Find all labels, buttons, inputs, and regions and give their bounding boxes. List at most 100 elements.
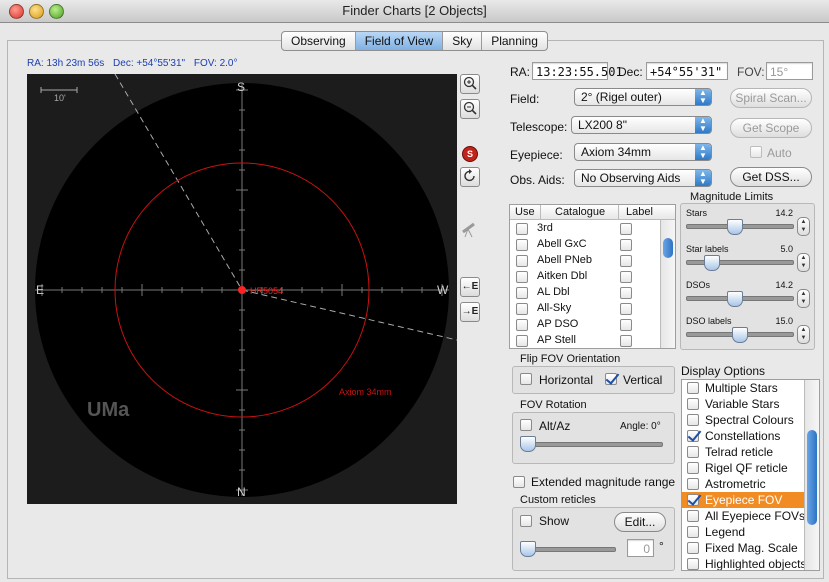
display-option-row[interactable]: Highlighted objects [682, 556, 807, 571]
display-option-row[interactable]: Spectral Colours [682, 412, 804, 428]
object-marker[interactable] [238, 286, 246, 294]
display-option-row[interactable]: Variable Stars [682, 396, 804, 412]
display-options-scrollbar[interactable] [804, 380, 819, 570]
display-option-row[interactable]: Rigel QF reticle [682, 460, 804, 476]
spiral-scan-button[interactable]: Spiral Scan... [730, 88, 812, 108]
label-checkbox[interactable] [620, 223, 632, 235]
edit-button[interactable]: Edit... [614, 512, 666, 532]
reticle-slider-knob[interactable] [520, 541, 536, 557]
slider-track[interactable] [686, 260, 794, 265]
zoom-out-icon[interactable] [460, 99, 480, 119]
catalogue-scroll-thumb[interactable] [663, 238, 673, 258]
tab-field-of-view[interactable]: Field of View [355, 32, 444, 50]
slider-knob[interactable] [727, 291, 743, 307]
display-option-row[interactable]: Multiple Stars [682, 380, 804, 396]
header-divider [540, 205, 541, 219]
catalogue-list[interactable]: Use Catalogue Label 3rd Abell GxC Abell PN… [509, 204, 676, 349]
get-dss-button[interactable]: Get DSS... [730, 167, 812, 187]
vertical-checkbox[interactable] [605, 373, 617, 385]
display-option-checkbox[interactable] [687, 430, 699, 442]
altaz-checkbox[interactable] [520, 419, 532, 431]
display-option-checkbox[interactable] [687, 526, 699, 538]
display-option-checkbox[interactable] [687, 462, 699, 474]
label-checkbox[interactable] [620, 303, 632, 315]
label-checkbox[interactable] [620, 271, 632, 283]
display-option-checkbox[interactable] [687, 398, 699, 410]
finder-chart[interactable]: HR5054 Axiom 34mm S N E W 10' UMa [27, 74, 457, 504]
slider-knob[interactable] [732, 327, 748, 343]
rotation-slider-knob[interactable] [520, 436, 536, 452]
show-checkbox[interactable] [520, 515, 532, 527]
catalogue-row[interactable]: Abell PNeb [510, 253, 660, 269]
slider-knob[interactable] [704, 255, 720, 271]
east-left-button[interactable]: ←E [460, 277, 480, 297]
display-option-row[interactable]: Astrometric [682, 476, 804, 492]
eyepiece-popup[interactable]: Axiom 34mm ▲ ▼ [574, 143, 712, 161]
field-popup[interactable]: 2° (Rigel outer) ▲ ▼ [574, 88, 712, 106]
ra-field[interactable]: 13:23:55.501 [532, 62, 623, 80]
catalogue-row[interactable]: AL Dbl [510, 285, 660, 301]
slider-stepper[interactable]: ▲ ▼ [797, 253, 810, 272]
use-checkbox[interactable] [516, 287, 528, 299]
display-option-checkbox[interactable] [687, 446, 699, 458]
popup-arrows-icon: ▲ ▼ [695, 89, 711, 105]
display-option-checkbox[interactable] [687, 382, 699, 394]
slider-stepper[interactable]: ▲ ▼ [797, 325, 810, 344]
rigel-reticle-icon[interactable]: S [462, 146, 478, 162]
display-option-checkbox[interactable] [687, 542, 699, 554]
display-option-checkbox[interactable] [687, 494, 699, 506]
use-checkbox[interactable] [516, 303, 528, 315]
use-checkbox[interactable] [516, 271, 528, 283]
catalogue-row[interactable]: Aitken Dbl [510, 269, 660, 285]
catalogue-scrollbar[interactable] [660, 220, 675, 348]
reticle-angle-field[interactable]: 0 [627, 539, 654, 557]
display-option-row[interactable]: Legend [682, 524, 804, 540]
zoom-in-icon[interactable] [460, 74, 480, 94]
use-checkbox[interactable] [516, 319, 528, 331]
display-option-row[interactable]: Telrad reticle [682, 444, 804, 460]
catalogue-row[interactable]: Abell GxC [510, 237, 660, 253]
dec-field[interactable]: +54°55'31" [646, 62, 728, 80]
rotate-icon[interactable] [460, 167, 480, 187]
get-scope-button[interactable]: Get Scope [730, 118, 812, 138]
display-option-row[interactable]: Eyepiece FOV [682, 492, 804, 508]
slider-knob[interactable] [727, 219, 743, 235]
catalogue-row[interactable]: 3rd [510, 221, 660, 237]
display-options-scroll-thumb[interactable] [807, 430, 817, 525]
east-right-button[interactable]: →E [460, 302, 480, 322]
telescope-icon[interactable] [460, 220, 478, 238]
display-option-checkbox[interactable] [687, 414, 699, 426]
display-option-checkbox[interactable] [687, 510, 699, 522]
fov-field[interactable]: 15° [766, 62, 813, 80]
use-checkbox[interactable] [516, 335, 528, 347]
label-checkbox[interactable] [620, 287, 632, 299]
telescope-popup[interactable]: LX200 8" ▲ ▼ [571, 116, 712, 134]
label-checkbox[interactable] [620, 335, 632, 347]
label-checkbox[interactable] [620, 319, 632, 331]
horizontal-checkbox[interactable] [520, 373, 532, 385]
use-checkbox[interactable] [516, 239, 528, 251]
obs-aids-popup[interactable]: No Observing Aids ▲ ▼ [574, 169, 712, 187]
display-option-checkbox[interactable] [687, 558, 699, 570]
slider-stepper[interactable]: ▲ ▼ [797, 217, 810, 236]
catalogue-row[interactable]: AP DSO [510, 317, 660, 333]
use-checkbox[interactable] [516, 255, 528, 267]
display-option-row[interactable]: All Eyepiece FOVs [682, 508, 805, 524]
slider-stepper[interactable]: ▲ ▼ [797, 289, 810, 308]
display-option-checkbox[interactable] [687, 478, 699, 490]
catalogue-row[interactable]: All-Sky [510, 301, 660, 317]
use-checkbox[interactable] [516, 223, 528, 235]
auto-checkbox[interactable] [750, 146, 762, 158]
rotation-slider-track[interactable] [520, 442, 663, 447]
label-checkbox[interactable] [620, 255, 632, 267]
display-options-list[interactable]: Multiple Stars Variable Stars Spectral Col… [681, 379, 820, 571]
label-checkbox[interactable] [620, 239, 632, 251]
extended-magnitude-checkbox[interactable] [513, 476, 525, 488]
display-option-row[interactable]: Constellations [682, 428, 804, 444]
display-option-row[interactable]: Fixed Mag. Scale [682, 540, 804, 556]
tab-sky[interactable]: Sky [443, 32, 483, 50]
tab-planning[interactable]: Planning [482, 32, 547, 50]
catalogue-row[interactable]: AP Stell [510, 333, 660, 348]
display-option-label: Highlighted objects [705, 557, 807, 571]
tab-observing[interactable]: Observing [282, 32, 356, 50]
